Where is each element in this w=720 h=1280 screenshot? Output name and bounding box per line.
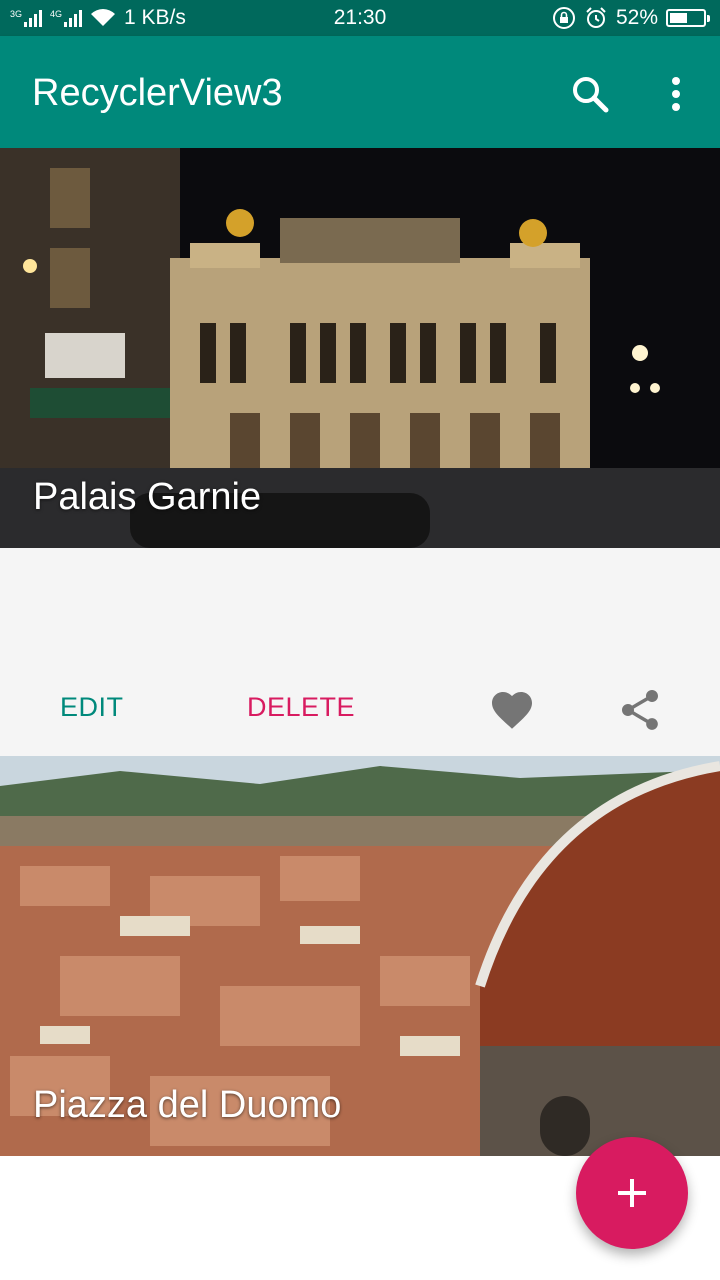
- status-right: 52%: [552, 6, 710, 30]
- plus-icon: [618, 1179, 646, 1207]
- wifi-icon: [91, 9, 116, 26]
- signal-icon-4g: 4G: [50, 9, 83, 27]
- lock-rotation-icon: [552, 7, 575, 29]
- more-vert-icon[interactable]: [654, 72, 698, 116]
- share-icon[interactable]: [616, 686, 664, 734]
- status-left: 3G 4G 1 KB/s: [10, 6, 186, 30]
- card-actions: EDIT DELETE: [0, 678, 720, 742]
- status-bar: 3G 4G 1 KB/s 21:30 52%: [0, 0, 720, 36]
- app-title: RecyclerView3: [32, 72, 283, 114]
- battery-icon: [666, 9, 710, 27]
- card-piazza-del-duomo[interactable]: Piazza del Duomo: [0, 756, 720, 1156]
- app-bar: RecyclerView3: [0, 36, 720, 148]
- clock: 21:30: [333, 6, 387, 29]
- heart-icon[interactable]: [488, 686, 536, 734]
- card-title: Piazza del Duomo: [33, 1084, 342, 1126]
- alarm-icon: [586, 7, 606, 28]
- battery-percent: 52%: [615, 6, 658, 29]
- search-icon[interactable]: [568, 72, 612, 116]
- add-fab-button[interactable]: [576, 1137, 688, 1249]
- network-speed: 1 KB/s: [124, 6, 186, 29]
- card-palais-garnier[interactable]: Palais Garnie EDIT DELETE: [0, 148, 720, 756]
- edit-button[interactable]: EDIT: [60, 692, 124, 723]
- card-title: Palais Garnie: [33, 476, 262, 518]
- signal-icon-3g: 3G: [10, 9, 43, 27]
- delete-button[interactable]: DELETE: [247, 692, 355, 723]
